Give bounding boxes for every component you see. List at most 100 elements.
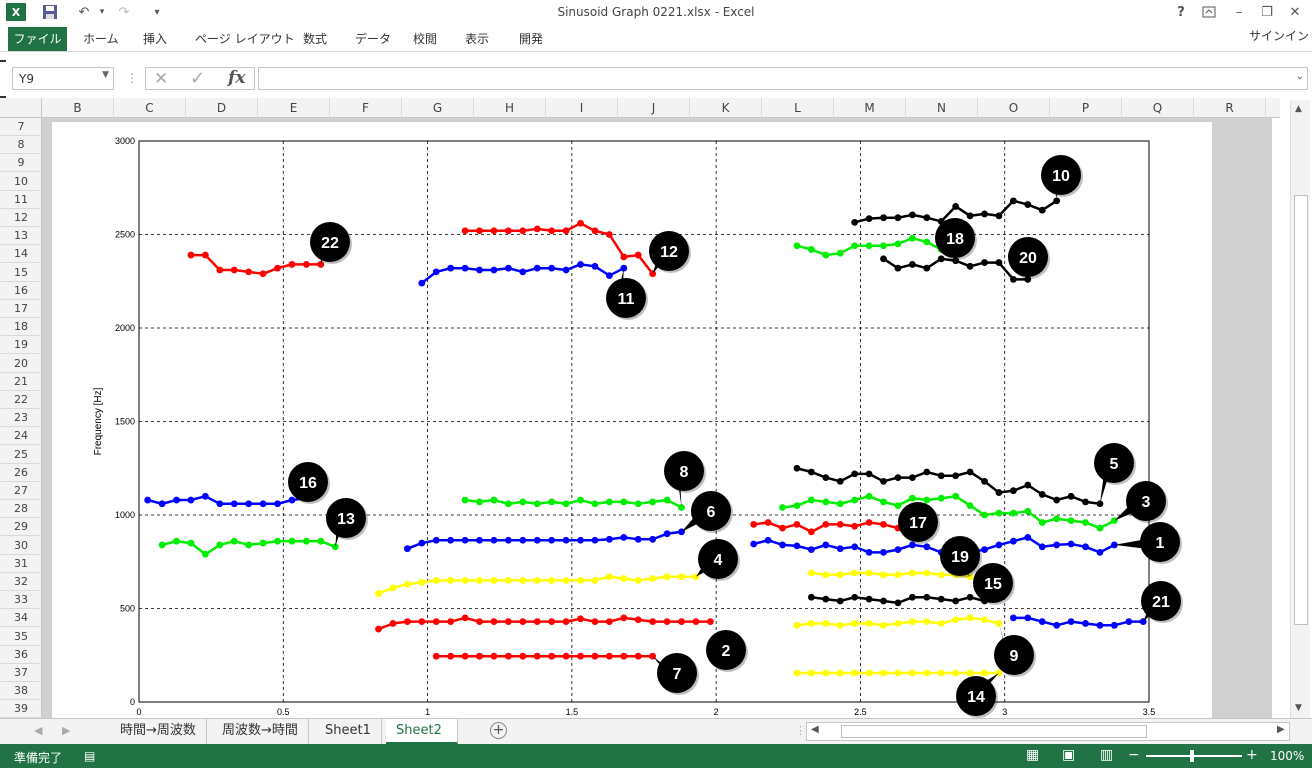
page-layout-view-icon[interactable]: ▣ [1062, 747, 1075, 763]
tab-developer[interactable]: 開発 [519, 30, 543, 48]
row-header-7[interactable]: 7 [0, 118, 42, 136]
column-header-r[interactable]: R [1194, 98, 1266, 118]
zoom-level[interactable]: 100% [1270, 749, 1304, 763]
row-header-30[interactable]: 30 [0, 537, 42, 555]
column-header-j[interactable]: J [618, 98, 690, 118]
column-header-b[interactable]: B [42, 98, 114, 118]
zoom-out-icon[interactable]: − [1128, 747, 1140, 763]
row-header-14[interactable]: 14 [0, 245, 42, 264]
row-header-27[interactable]: 27 [0, 482, 42, 500]
tab-insert[interactable]: 挿入 [143, 30, 167, 48]
hscroll-thumb[interactable] [841, 725, 1147, 738]
column-header-n[interactable]: N [906, 98, 978, 118]
row-header-17[interactable]: 17 [0, 300, 42, 318]
horizontal-scrollbar[interactable]: ◀ ▶ [806, 722, 1290, 741]
row-header-35[interactable]: 35 [0, 628, 42, 646]
chevron-down-icon[interactable]: ▼ [102, 70, 109, 80]
insert-function-icon[interactable]: fx [228, 68, 245, 88]
row-header-32[interactable]: 32 [0, 573, 42, 591]
scroll-thumb[interactable] [1294, 195, 1308, 625]
sheet-tab-time-to-freq[interactable]: 時間→周波数 [110, 719, 207, 744]
tab-review[interactable]: 校閲 [413, 30, 437, 48]
page-break-view-icon[interactable]: ▥ [1100, 747, 1113, 763]
scroll-left-icon[interactable]: ◀ [811, 724, 819, 735]
row-header-36[interactable]: 36 [0, 646, 42, 664]
row-header-13[interactable]: 13 [0, 227, 42, 246]
row-header-28[interactable]: 28 [0, 500, 42, 519]
row-header-23[interactable]: 23 [0, 409, 42, 428]
cancel-icon[interactable]: ✕ [154, 69, 168, 89]
column-header-f[interactable]: F [330, 98, 402, 118]
row-header-21[interactable]: 21 [0, 373, 42, 391]
name-box[interactable]: Y9 ▼ [12, 67, 114, 90]
normal-view-icon[interactable]: ▦ [1026, 747, 1039, 763]
zoom-in-icon[interactable]: + [1246, 747, 1258, 763]
sheet-tab-freq-to-time[interactable]: 周波数→時間 [212, 719, 309, 744]
column-header-k[interactable]: K [690, 98, 762, 118]
formula-input[interactable]: ⌄ [258, 67, 1308, 90]
row-header-39[interactable]: 39 [0, 700, 42, 719]
scroll-up-icon[interactable]: ▲ [1295, 104, 1302, 114]
add-sheet-icon[interactable]: + [490, 722, 507, 739]
zoom-slider-handle[interactable] [1190, 750, 1194, 762]
row-header-33[interactable]: 33 [0, 591, 42, 610]
column-header-q[interactable]: Q [1122, 98, 1194, 118]
row-header-8[interactable]: 8 [0, 136, 42, 155]
data-point [504, 618, 512, 625]
prev-sheet-icon[interactable]: ◀ [34, 724, 42, 737]
column-header-e[interactable]: E [258, 98, 330, 118]
vertical-scrollbar[interactable]: ▲ ▼ [1290, 100, 1310, 718]
row-header-12[interactable]: 12 [0, 209, 42, 227]
column-header-i[interactable]: I [546, 98, 618, 118]
column-header-o[interactable]: O [978, 98, 1050, 118]
column-header-p[interactable]: P [1050, 98, 1122, 118]
row-header-11[interactable]: 11 [0, 191, 42, 209]
embedded-chart[interactable]: 0 0.5 1 1.5 2 2.5 3 3.5 0 500 1000 1500 2000 2500 3000… [42, 118, 1272, 718]
tab-page-layout[interactable]: ページ レイアウト [195, 30, 295, 48]
row-header-37[interactable]: 37 [0, 664, 42, 682]
ribbon-display-icon[interactable] [1200, 3, 1218, 21]
column-header-l[interactable]: L [762, 98, 834, 118]
close-icon[interactable]: ✕ [1286, 3, 1304, 21]
macro-record-icon[interactable]: ▤ [84, 749, 95, 763]
row-header-15[interactable]: 15 [0, 264, 42, 282]
column-header-g[interactable]: G [402, 98, 474, 118]
restore-icon[interactable]: ❐ [1258, 3, 1276, 21]
select-all-corner[interactable] [0, 98, 42, 118]
tab-data[interactable]: データ [355, 30, 391, 48]
column-header-d[interactable]: D [186, 98, 258, 118]
tab-view[interactable]: 表示 [465, 30, 489, 48]
signin-link[interactable]: サインイン [1249, 27, 1309, 44]
scroll-down-icon[interactable]: ▼ [1295, 703, 1302, 713]
file-tab[interactable]: ファイル [8, 27, 67, 51]
row-header-19[interactable]: 19 [0, 336, 42, 355]
tab-home[interactable]: ホーム [83, 30, 119, 48]
row-header-29[interactable]: 29 [0, 518, 42, 537]
row-header-25[interactable]: 25 [0, 446, 42, 464]
minimize-icon[interactable]: – [1230, 3, 1248, 21]
sheet-tab-sheet2[interactable]: Sheet2 [386, 719, 458, 744]
sheet-tab-sheet1[interactable]: Sheet1 [315, 719, 382, 744]
scroll-right-icon[interactable]: ▶ [1277, 724, 1285, 735]
row-header-22[interactable]: 22 [0, 391, 42, 409]
row-header-31[interactable]: 31 [0, 555, 42, 573]
row-header-18[interactable]: 18 [0, 318, 42, 337]
row-header-38[interactable]: 38 [0, 682, 42, 701]
zoom-slider[interactable] [1146, 755, 1242, 757]
row-header-34[interactable]: 34 [0, 609, 42, 628]
expand-formula-bar-icon[interactable]: ⌄ [1296, 71, 1304, 82]
worksheet-grid[interactable]: 0 0.5 1 1.5 2 2.5 3 3.5 0 500 1000 1500 2000 2500 3000… [42, 118, 1272, 718]
row-header-9[interactable]: 9 [0, 154, 42, 173]
next-sheet-icon[interactable]: ▶ [62, 724, 70, 737]
column-header-m[interactable]: M [834, 98, 906, 118]
row-header-10[interactable]: 10 [0, 173, 42, 191]
enter-icon[interactable]: ✓ [190, 68, 205, 89]
row-header-24[interactable]: 24 [0, 427, 42, 446]
column-header-h[interactable]: H [474, 98, 546, 118]
help-icon[interactable]: ? [1172, 3, 1190, 21]
tab-formulas[interactable]: 数式 [303, 30, 327, 48]
row-header-16[interactable]: 16 [0, 282, 42, 300]
row-header-20[interactable]: 20 [0, 355, 42, 373]
row-header-26[interactable]: 26 [0, 464, 42, 482]
column-header-c[interactable]: C [114, 98, 186, 118]
